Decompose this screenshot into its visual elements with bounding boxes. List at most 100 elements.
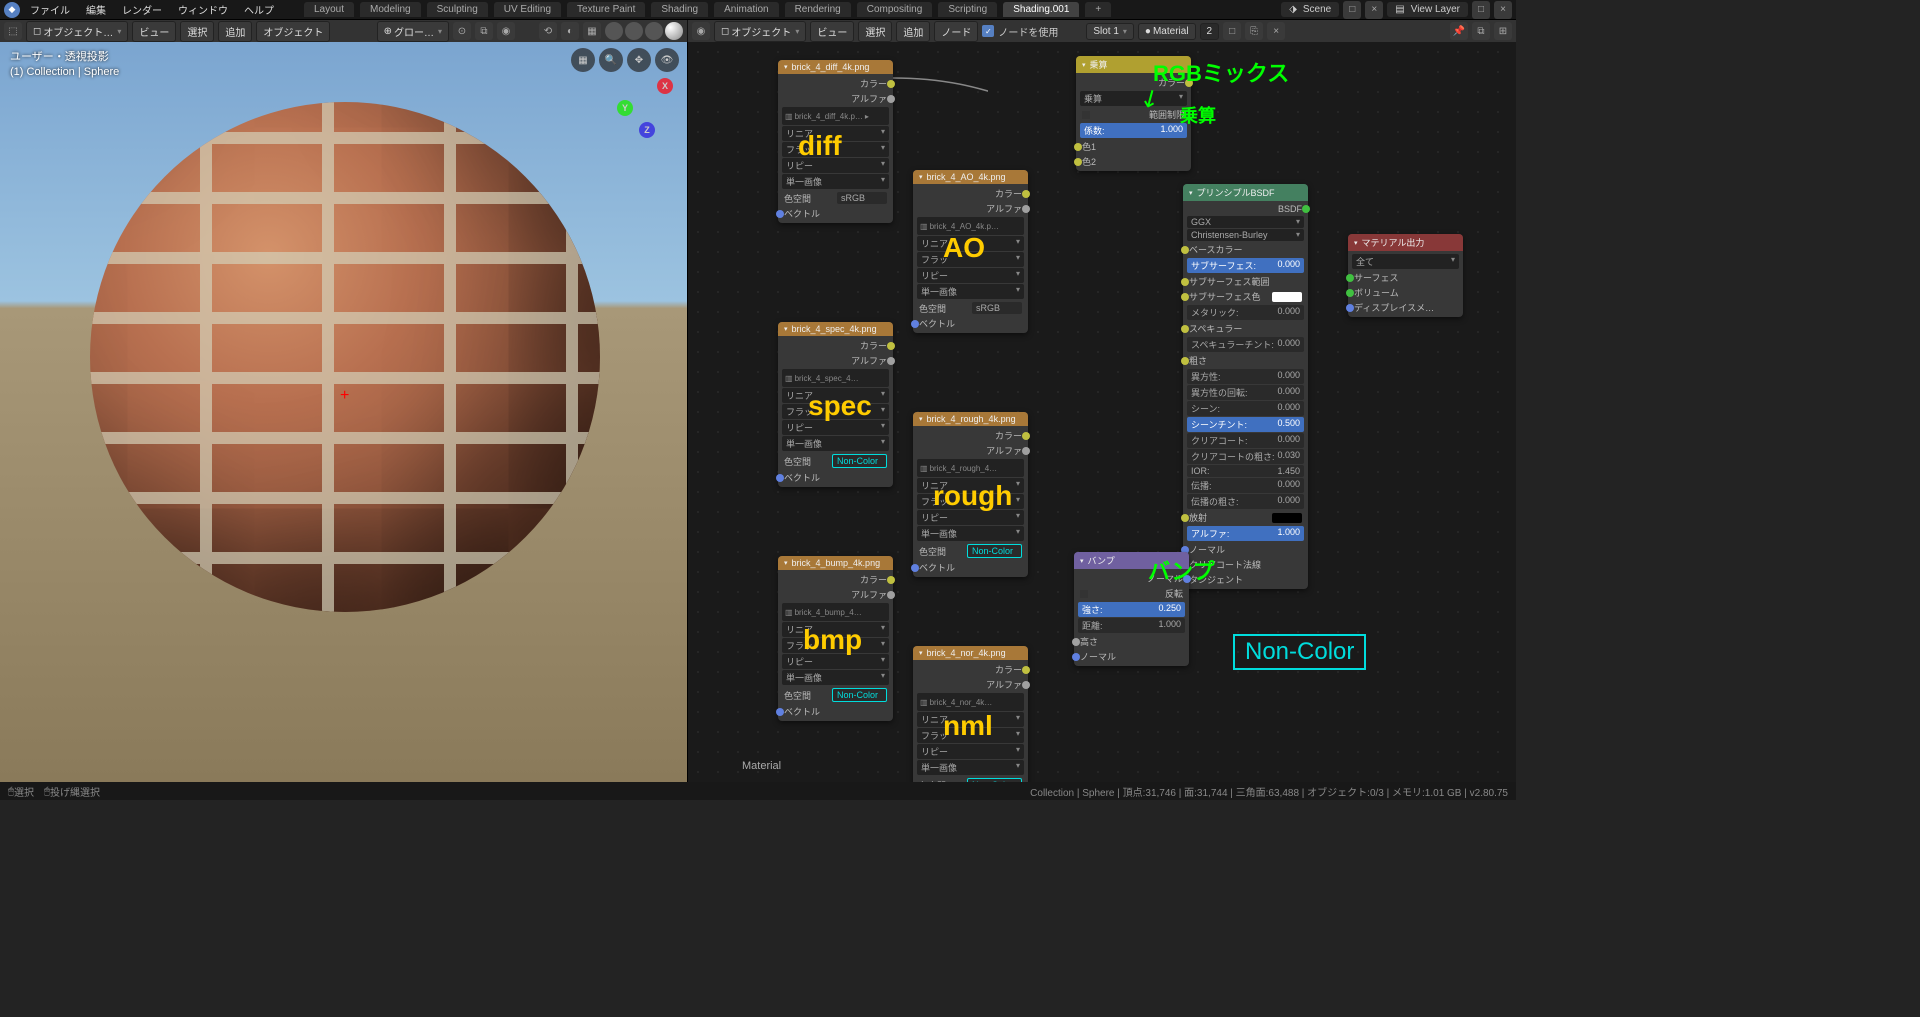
tab-scripting[interactable]: Scripting [938, 2, 997, 17]
navigation-gizmo[interactable]: X Y Z [617, 78, 677, 138]
bsdf-row[interactable]: クリアコートの粗さ:0.030 [1187, 449, 1304, 464]
propedit-icon[interactable]: ◉ [497, 22, 515, 40]
rotate-icon[interactable]: 👁 [655, 48, 679, 72]
node-header[interactable]: brick_4_bump_4k.png [778, 556, 893, 570]
tab-modeling[interactable]: Modeling [360, 2, 421, 17]
mode-select[interactable]: ◻オブジェクト… [26, 21, 128, 42]
vp-menu-object[interactable]: オブジェクト [256, 21, 330, 42]
unlink-material-icon[interactable]: × [1267, 22, 1285, 40]
menu-window[interactable]: ウィンドウ [172, 0, 234, 19]
interp-select[interactable]: リニア [782, 126, 889, 141]
image-texture-spec-node[interactable]: brick_4_spec_4k.png カラー アルファ ▥brick_4_sp… [778, 322, 893, 487]
material-users[interactable]: 2 [1200, 23, 1220, 40]
source-select[interactable]: 単一画像 [782, 174, 889, 189]
tab-compositing[interactable]: Compositing [857, 2, 933, 17]
tab-uvediting[interactable]: UV Editing [494, 2, 561, 17]
bsdf-row[interactable]: IOR:1.450 [1187, 465, 1304, 477]
menu-help[interactable]: ヘルプ [238, 0, 280, 19]
pin-icon[interactable]: 📌 [1450, 22, 1468, 40]
pivot-icon[interactable]: ⊙ [453, 22, 471, 40]
editor-type-3dview-icon[interactable]: ⬚ [4, 22, 22, 40]
editor-type-shader-icon[interactable]: ◉ [692, 22, 710, 40]
node-header[interactable]: brick_4_diff_4k.png [778, 60, 893, 74]
viewlayer-selector[interactable]: ▤ View Layer [1387, 2, 1468, 17]
use-nodes-checkbox[interactable]: ✓ [982, 25, 994, 37]
xray-icon[interactable]: ▦ [583, 22, 601, 40]
new-material-icon[interactable]: □ [1223, 22, 1241, 40]
slot-select[interactable]: Slot 1 [1086, 23, 1134, 40]
snap-icon[interactable]: ⧉ [475, 22, 493, 40]
node-header[interactable]: マテリアル出力 [1348, 234, 1463, 251]
image-texture-rough-node[interactable]: brick_4_rough_4k.png カラー アルファ ▥brick_4_r… [913, 412, 1028, 577]
tab-add[interactable]: + [1085, 2, 1111, 17]
ne-menu-select[interactable]: 選択 [858, 21, 892, 42]
overlay-toggle-icon[interactable]: ◐ [561, 22, 579, 40]
ext-select[interactable]: リピー [782, 158, 889, 173]
sphere-mesh[interactable] [90, 102, 600, 612]
node-header[interactable]: プリンシプルBSDF [1183, 184, 1308, 201]
shader-type-select[interactable]: ◻オブジェクト [714, 21, 806, 42]
bsdf-row[interactable]: クリアコート:0.000 [1187, 433, 1304, 448]
image-texture-normal-node[interactable]: brick_4_nor_4k.png カラー アルファ ▥brick_4_nor… [913, 646, 1028, 782]
vp-menu-view[interactable]: ビュー [132, 21, 176, 42]
tab-rendering[interactable]: Rendering [785, 2, 851, 17]
ne-menu-node[interactable]: ノード [934, 21, 978, 42]
menu-render[interactable]: レンダー [116, 0, 168, 19]
tab-layout[interactable]: Layout [304, 2, 354, 17]
3d-viewport[interactable]: ユーザー・透視投影 (1) Collection | Sphere ▦ 🔍 ✥ … [0, 42, 688, 782]
vp-menu-add[interactable]: 追加 [218, 21, 252, 42]
bsdf-row[interactable]: シーンチント:0.500 [1187, 417, 1304, 432]
node-header[interactable]: brick_4_AO_4k.png [913, 170, 1028, 184]
image-selector[interactable]: ▥brick_4_diff_4k.p…▸ [782, 107, 889, 125]
copy-material-icon[interactable]: ⎘ [1245, 22, 1263, 40]
colorspace-noncolor[interactable]: Non-Color [832, 454, 887, 468]
menu-edit[interactable]: 編集 [80, 0, 112, 19]
tab-texturepaint[interactable]: Texture Paint [567, 2, 645, 17]
node-header[interactable]: バンプ [1074, 552, 1189, 569]
image-texture-ao-node[interactable]: brick_4_AO_4k.png カラー アルファ ▥brick_4_AO_4… [913, 170, 1028, 333]
orientation-select[interactable]: ⊕グロー… [377, 21, 449, 42]
bsdf-row[interactable]: 伝播の粗さ:0.000 [1187, 494, 1304, 509]
tab-shading001[interactable]: Shading.001 [1003, 2, 1079, 17]
material-output-node[interactable]: マテリアル出力 全て サーフェス ボリューム ディスプレイスメ… [1348, 234, 1463, 317]
node-header[interactable]: brick_4_nor_4k.png [913, 646, 1028, 660]
shader-node-editor[interactable]: brick_4_diff_4k.png カラー アルファ ▥brick_4_di… [688, 42, 1516, 782]
node-header[interactable]: brick_4_spec_4k.png [778, 322, 893, 336]
fac-slider[interactable]: 係数:1.000 [1080, 123, 1187, 138]
image-selector[interactable]: ▥brick_4_AO_4k.p… [917, 217, 1024, 235]
node-header[interactable]: 乗算 [1076, 56, 1191, 73]
node-header[interactable]: brick_4_rough_4k.png [913, 412, 1028, 426]
viewlayer-del-icon[interactable]: × [1494, 1, 1512, 19]
distance-slider[interactable]: 距離:1.000 [1078, 618, 1185, 633]
snap-ne-icon[interactable]: ⧉ [1472, 22, 1490, 40]
image-texture-bump-node[interactable]: brick_4_bump_4k.png カラー アルファ ▥brick_4_bu… [778, 556, 893, 721]
scene-new-icon[interactable]: □ [1343, 1, 1361, 19]
pan-icon[interactable]: ✥ [627, 48, 651, 72]
strength-slider[interactable]: 強さ:0.250 [1078, 602, 1185, 617]
overlay-gizmo-icon[interactable]: ⟲ [539, 22, 557, 40]
ne-menu-add[interactable]: 追加 [896, 21, 930, 42]
shading-solid-icon[interactable] [625, 22, 643, 40]
bump-node[interactable]: バンプ ノーマル 反転 強さ:0.250 距離:1.000 高さ ノーマル [1074, 552, 1189, 666]
proj-select[interactable]: フラッ [782, 142, 889, 157]
ne-overlay-icon[interactable]: ⊞ [1494, 22, 1512, 40]
viewlayer-new-icon[interactable]: □ [1472, 1, 1490, 19]
ne-menu-view[interactable]: ビュー [810, 21, 854, 42]
mix-rgb-node[interactable]: 乗算 カラー 乗算 範囲制限 係数:1.000 色1 色2 [1076, 56, 1191, 171]
image-texture-diff-node[interactable]: brick_4_diff_4k.png カラー アルファ ▥brick_4_di… [778, 60, 893, 223]
zoom-icon[interactable]: 🔍 [599, 48, 623, 72]
bsdf-row[interactable]: メタリック:0.000 [1187, 305, 1304, 320]
shading-rendered-icon[interactable] [665, 22, 683, 40]
shading-lookdev-icon[interactable] [645, 22, 663, 40]
colorspace-select[interactable]: sRGB [837, 192, 887, 204]
scene-selector[interactable]: ⬗ Scene [1281, 2, 1339, 17]
blender-logo-icon[interactable]: ◆ [4, 2, 20, 18]
menu-file[interactable]: ファイル [24, 0, 76, 19]
scene-del-icon[interactable]: × [1365, 1, 1383, 19]
bsdf-row[interactable]: 異方性の回転:0.000 [1187, 385, 1304, 400]
vp-menu-select[interactable]: 選択 [180, 21, 214, 42]
principled-bsdf-node[interactable]: プリンシプルBSDF BSDF GGX Christensen-Burley ベ… [1183, 184, 1308, 589]
bsdf-row[interactable]: 異方性:0.000 [1187, 369, 1304, 384]
bsdf-row[interactable]: アルファ:1.000 [1187, 526, 1304, 541]
blend-mode-select[interactable]: 乗算 [1080, 91, 1187, 106]
